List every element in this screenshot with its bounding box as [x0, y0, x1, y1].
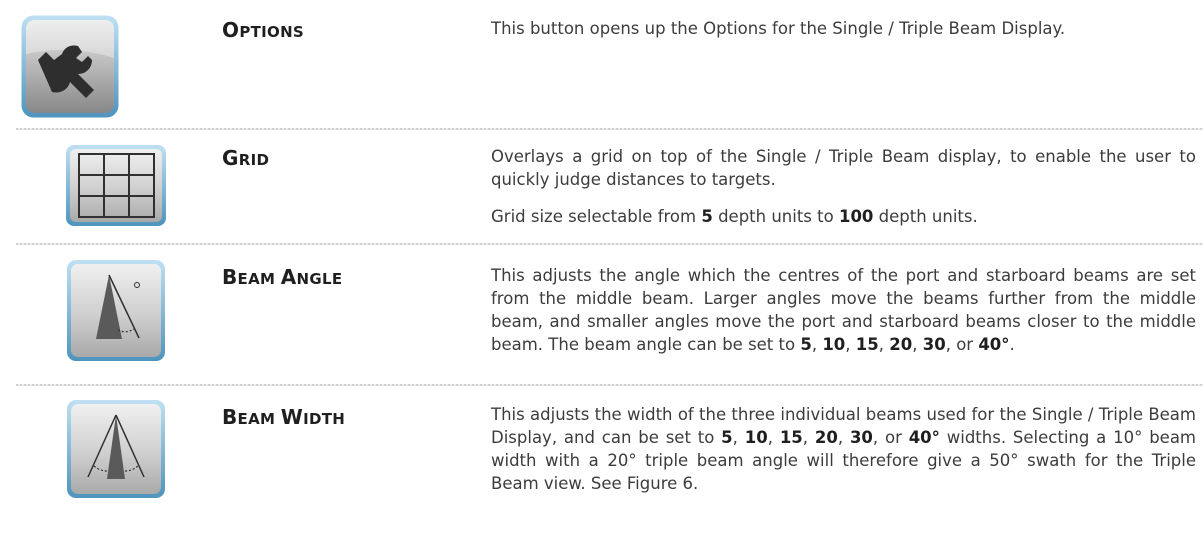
- grid-title: Grid: [222, 146, 270, 170]
- separator: [16, 243, 1203, 245]
- options-description: This button opens up the Options for the…: [491, 19, 1066, 38]
- separator: [16, 384, 1203, 386]
- beam-angle-title: Beam Angle: [222, 265, 343, 289]
- beam-angle-description: This adjusts the angle which the centres…: [491, 266, 1196, 354]
- grid-description: Overlays a grid on top of the Single / T…: [491, 147, 1196, 226]
- beam-angle-icon[interactable]: [66, 259, 166, 362]
- wrench-icon[interactable]: [20, 14, 120, 119]
- beam-width-description: This adjusts the width of the three indi…: [491, 405, 1197, 493]
- beam-width-title: Beam Width: [222, 405, 346, 429]
- separator: [16, 128, 1203, 130]
- options-title: Options: [222, 18, 305, 42]
- grid-icon[interactable]: [65, 144, 167, 227]
- beam-width-icon[interactable]: [66, 399, 166, 499]
